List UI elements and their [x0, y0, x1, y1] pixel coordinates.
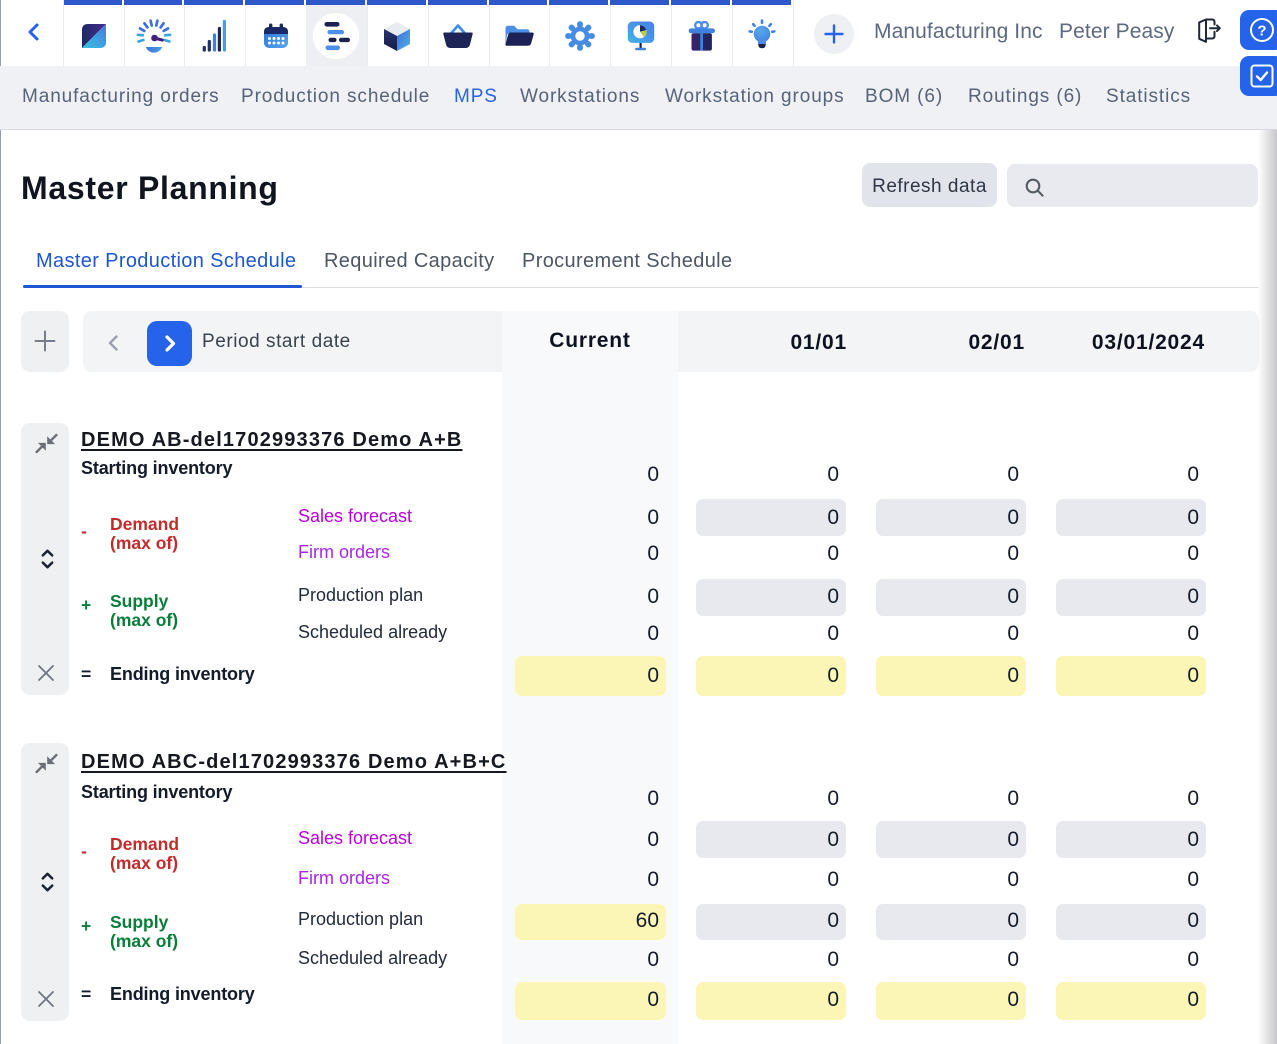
- svg-text:?: ?: [1257, 23, 1266, 40]
